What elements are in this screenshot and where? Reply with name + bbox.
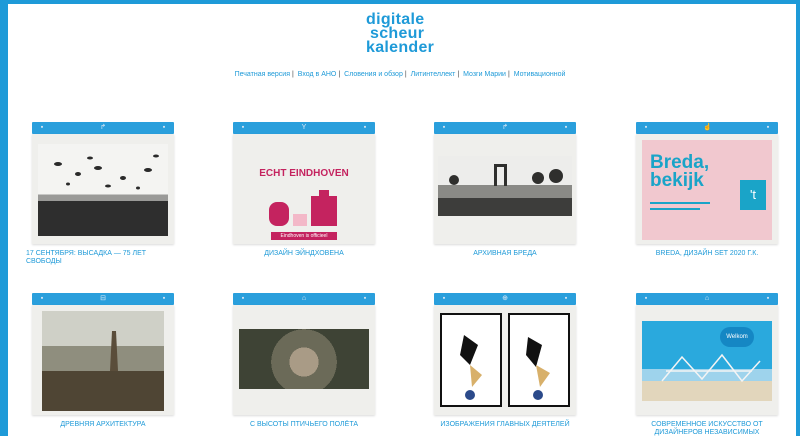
breda-headline: Breda, bekijk — [650, 152, 710, 191]
breda-poster: Breda, bekijk 't — [642, 140, 772, 240]
share-icon[interactable]: ▪ — [160, 124, 168, 132]
road-trees — [449, 164, 563, 186]
site-logo[interactable]: digitale scheur kalender — [366, 12, 456, 56]
eindhoven-illustration — [269, 190, 337, 226]
parachute-photo — [38, 144, 168, 236]
print-icon[interactable]: ▪ — [440, 295, 448, 303]
main-nav: Печатная версия | Вход в АНО | Словения и … — [233, 71, 568, 78]
calendar-card-8[interactable]: ▪ ⌂ ▪ Welkom СОВРЕМЕННОЕ ИСКУССТВО ОТ ДИ… — [636, 293, 778, 437]
card-caption[interactable]: ДРЕВНЯЯ АРХИТЕКТУРА — [32, 421, 174, 429]
share-icon[interactable]: ▪ — [562, 124, 570, 132]
card-caption[interactable]: 17 СЕНТЯБРЯ: ВЫСАДКА — 75 ЛЕТ СВОБОДЫ — [26, 250, 174, 266]
card-thumbnail[interactable] — [233, 305, 375, 415]
right-border — [796, 0, 800, 436]
card-caption[interactable]: ДИЗАЙН ЭЙНДХОВЕНА — [233, 250, 375, 258]
share-icon[interactable]: ▪ — [764, 295, 772, 303]
print-icon[interactable]: ▪ — [239, 295, 247, 303]
print-icon[interactable]: ▪ — [440, 124, 448, 132]
nav-item-2[interactable]: Вход в АНО — [296, 71, 339, 78]
print-icon[interactable]: ▪ — [38, 295, 46, 303]
card-toolbar: ▪ Y ▪ — [233, 122, 375, 134]
card-caption[interactable]: ИЗОБРАЖЕНИЯ ГЛАВНЫХ ДЕЯТЕЛЕЙ — [434, 421, 576, 429]
print-icon[interactable]: ▪ — [642, 295, 650, 303]
nav-item-3[interactable]: Словения и обзор — [342, 71, 405, 78]
parachute-dots — [54, 154, 159, 190]
category-icon: Y — [301, 124, 307, 131]
category-icon: ☝ — [703, 124, 712, 131]
share-icon[interactable]: ▪ — [160, 295, 168, 303]
share-icon[interactable]: ▪ — [764, 124, 772, 132]
card-caption[interactable]: АРХИВНАЯ БРЕДА — [434, 250, 576, 258]
share-icon[interactable]: ▪ — [361, 295, 369, 303]
beach-sculpture-photo: Welkom — [642, 321, 772, 401]
figure-panel-right — [508, 313, 570, 407]
welcome-badge: Welkom — [720, 327, 754, 347]
top-border — [0, 0, 800, 4]
category-icon: ⌂ — [301, 295, 307, 302]
card-toolbar: ▪ ↱ ▪ — [32, 122, 174, 134]
calendar-card-1[interactable]: ▪ ↱ ▪ 17 СЕНТЯБРЯ: ВЫСАДКА — 75 ЛЕТ СВОБ… — [26, 122, 174, 266]
breda-line — [650, 202, 710, 204]
nav-item-4[interactable]: Литинтеллект — [409, 71, 458, 78]
card-thumbnail[interactable]: ECHT EINDHOVEN Eindhoven is officieel — [233, 134, 375, 244]
share-icon[interactable]: ▪ — [562, 295, 570, 303]
aerial-photo — [239, 329, 369, 389]
nav-item-1[interactable]: Печатная версия — [233, 71, 292, 78]
card-thumbnail[interactable] — [32, 305, 174, 415]
breda-tail-block: 't — [740, 180, 766, 210]
print-icon[interactable]: ▪ — [239, 124, 247, 132]
card-toolbar: ▪ ⊕ ▪ — [434, 293, 576, 305]
card-caption[interactable]: BREDA, ДИЗАЙН SET 2020 Г.К. — [636, 250, 778, 258]
nav-item-6[interactable]: Мотивационной — [512, 71, 568, 78]
card-toolbar: ▪ ⌂ ▪ — [636, 293, 778, 305]
card-thumbnail[interactable] — [434, 305, 576, 415]
category-icon: ⊕ — [502, 295, 508, 302]
category-icon: ⌂ — [704, 295, 710, 302]
calendar-card-3[interactable]: ▪ ↱ ▪ АРХИВНАЯ БРЕДА — [434, 122, 576, 258]
print-icon[interactable]: ▪ — [642, 124, 650, 132]
calendar-card-5[interactable]: ▪ ⊟ ▪ ДРЕВНЯЯ АРХИТЕКТУРА — [32, 293, 174, 429]
category-icon: ↱ — [502, 124, 508, 131]
card-toolbar: ▪ ☝ ▪ — [636, 122, 778, 134]
calendar-card-7[interactable]: ▪ ⊕ ▪ ИЗОБРАЖЕНИЯ ГЛАВНЫХ ДЕЯТЕЛЕЙ — [434, 293, 576, 429]
logo-line-3: kalender — [366, 39, 435, 56]
category-icon: ↱ — [100, 124, 106, 131]
calendar-card-4[interactable]: ▪ ☝ ▪ Breda, bekijk 't BREDA, ДИЗАЙН SET… — [636, 122, 778, 258]
calendar-card-6[interactable]: ▪ ⌂ ▪ С ВЫСОТЫ ПТИЧЬЕГО ПОЛЁТА — [233, 293, 375, 429]
abstract-figure — [460, 335, 482, 400]
card-caption[interactable]: СОВРЕМЕННОЕ ИСКУССТВО ОТ ДИЗАЙНЕРОВ НЕЗА… — [636, 421, 778, 437]
card-thumbnail[interactable] — [32, 134, 174, 244]
card-toolbar: ▪ ↱ ▪ — [434, 122, 576, 134]
church-spire — [110, 331, 118, 371]
card-thumbnail[interactable]: Breda, bekijk 't — [636, 134, 778, 244]
print-icon[interactable]: ▪ — [38, 124, 46, 132]
echt-eindhoven-headline: ECHT EINDHOVEN — [259, 168, 349, 179]
category-icon: ⊟ — [100, 295, 106, 302]
nav-item-5[interactable]: Мозги Марии — [461, 71, 508, 78]
left-border — [0, 0, 8, 436]
card-thumbnail[interactable] — [434, 134, 576, 244]
historic-road-photo — [438, 156, 572, 216]
figure-panel-left — [440, 313, 502, 407]
card-caption[interactable]: С ВЫСОТЫ ПТИЧЬЕГО ПОЛЁТА — [233, 421, 375, 429]
eindhoven-banner: Eindhoven is officieel — [271, 232, 337, 240]
share-icon[interactable]: ▪ — [361, 124, 369, 132]
breda-line — [650, 208, 700, 210]
card-toolbar: ▪ ⊟ ▪ — [32, 293, 174, 305]
card-toolbar: ▪ ⌂ ▪ — [233, 293, 375, 305]
painting-cityscape — [42, 311, 164, 411]
abstract-figure — [526, 337, 550, 400]
card-thumbnail[interactable]: Welkom — [636, 305, 778, 415]
calendar-card-2[interactable]: ▪ Y ▪ ECHT EINDHOVEN Eindhoven is offici… — [233, 122, 375, 258]
